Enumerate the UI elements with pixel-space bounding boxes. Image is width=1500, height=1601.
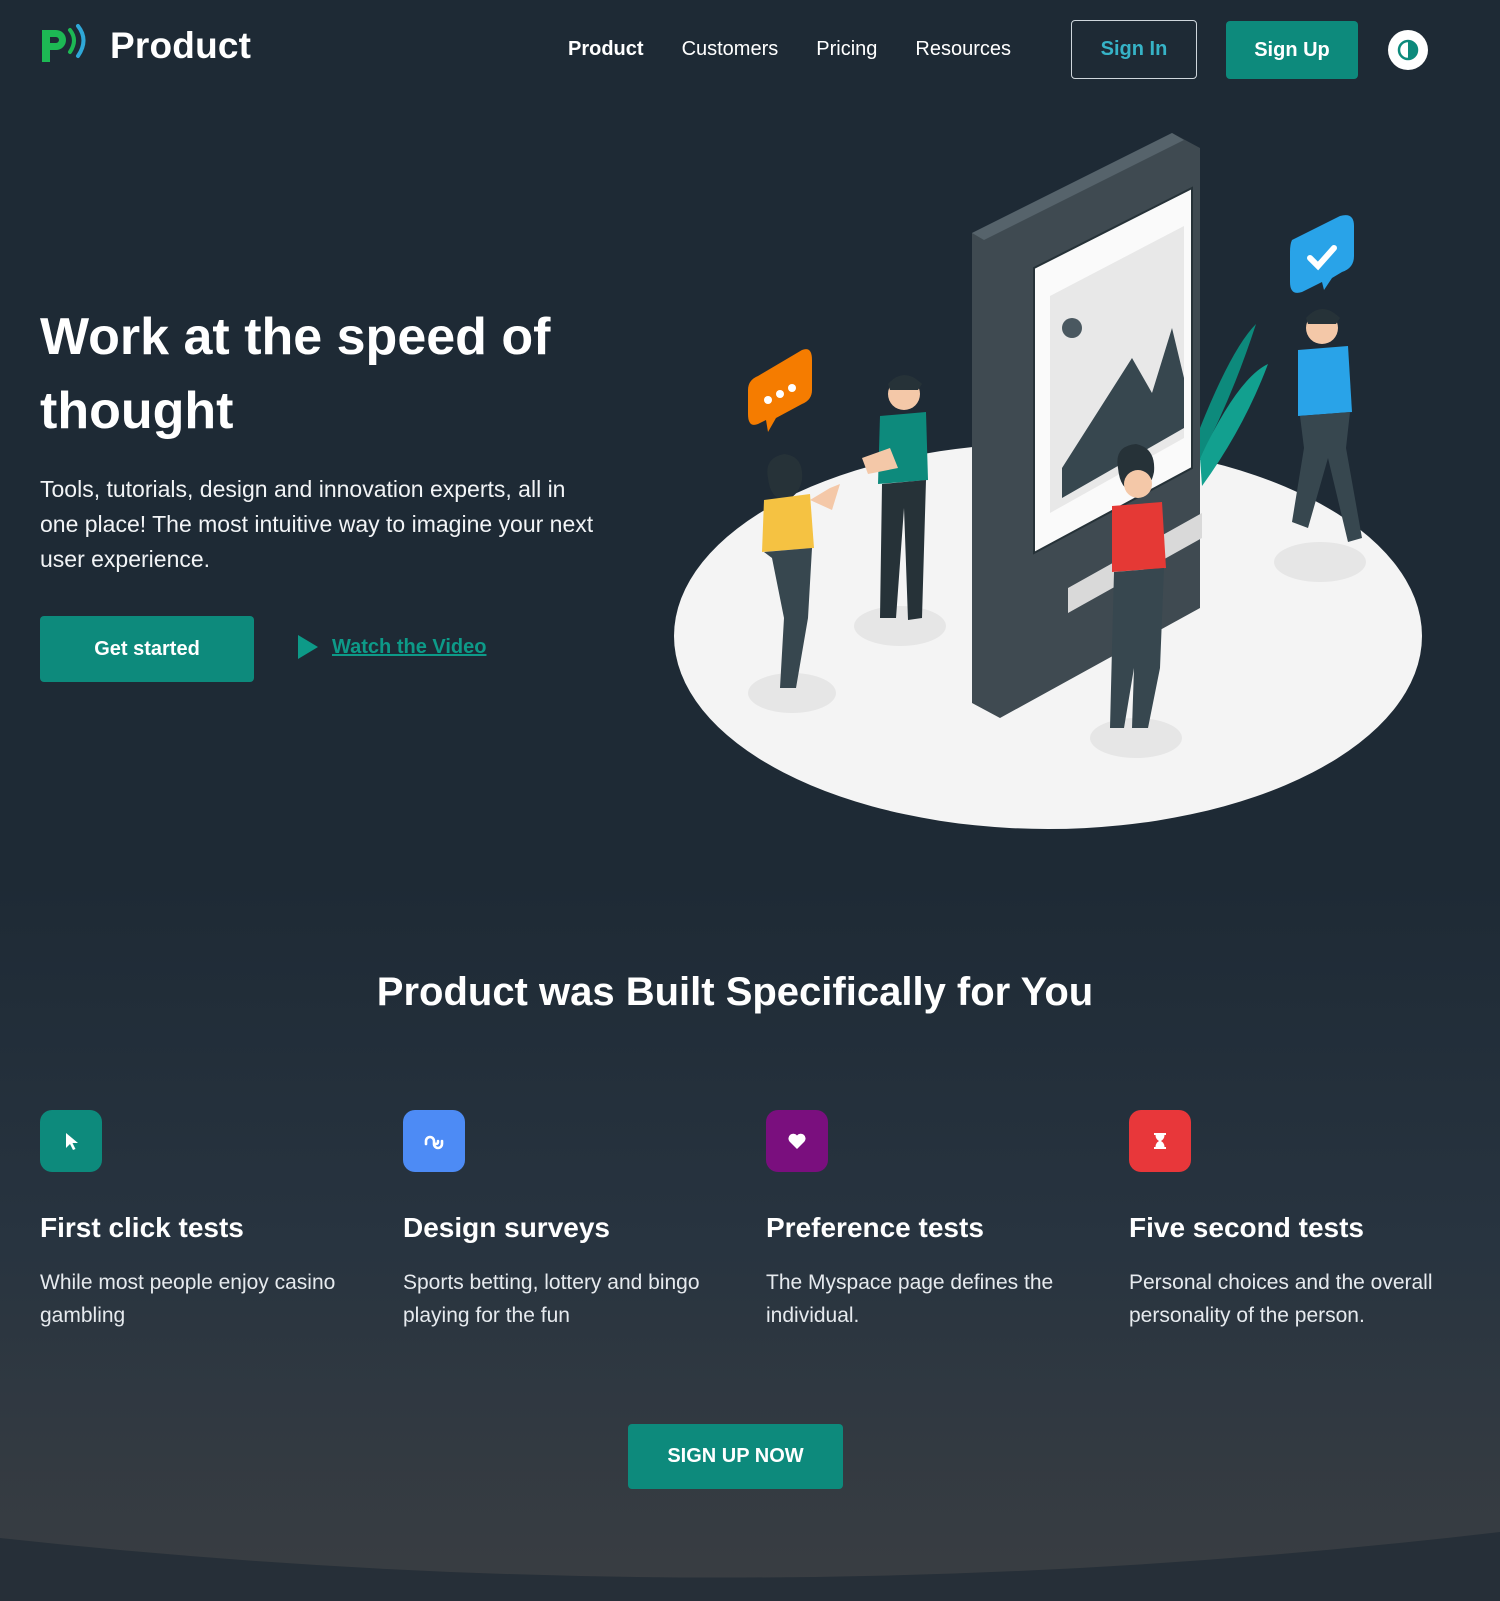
nav-link-product[interactable]: Product (568, 38, 644, 61)
feature-icon-badge (1129, 1110, 1191, 1172)
play-icon (298, 635, 318, 659)
watch-video-label: Watch the Video (332, 635, 487, 658)
nav-link-pricing[interactable]: Pricing (816, 38, 877, 61)
watch-video-link[interactable]: Watch the Video (296, 634, 486, 660)
get-started-button[interactable]: Get started (40, 616, 254, 682)
feature-icon-badge (40, 1110, 102, 1172)
brand-name: Product (110, 25, 252, 66)
feature-title: First click tests (40, 1212, 244, 1243)
feature-description: The Myspace page defines the individual. (766, 1271, 1054, 1327)
feature-title: Design surveys (403, 1212, 610, 1243)
heart-icon (788, 1133, 806, 1149)
cursor-icon (66, 1133, 78, 1150)
nav-links: Product Customers Pricing Resources (568, 38, 1049, 61)
feature-description: Personal choices and the overall persona… (1129, 1271, 1433, 1327)
brand-logo[interactable]: Product (40, 22, 251, 70)
feature-title: Five second tests (1129, 1212, 1364, 1243)
sign-up-now-button[interactable]: SIGN UP NOW (628, 1424, 843, 1489)
bottom-wave-divider (0, 1532, 1500, 1601)
top-navbar: Product Product Customers Pricing Resour… (0, 0, 1500, 100)
hero-illustration (674, 133, 1422, 829)
hourglass-icon (1154, 1133, 1166, 1149)
feature-title: Preference tests (766, 1212, 984, 1243)
feature-description: Sports betting, lottery and bingo playin… (403, 1271, 700, 1327)
feature-icon-badge (766, 1110, 828, 1172)
theme-toggle-button[interactable] (1388, 30, 1428, 70)
nav-link-resources[interactable]: Resources (915, 38, 1011, 61)
feature-preference-tests: Preference tests The Myspace page define… (766, 1110, 1096, 1332)
feature-description: While most people enjoy casino gambling (40, 1271, 336, 1327)
stumbleupon-icon (424, 1135, 444, 1150)
feature-first-click: First click tests While most people enjo… (40, 1110, 370, 1332)
feature-five-second-tests: Five second tests Personal choices and t… (1129, 1110, 1459, 1332)
contrast-icon (1397, 39, 1419, 61)
nav-link-customers[interactable]: Customers (682, 38, 779, 61)
feature-design-surveys: Design surveys Sports betting, lottery a… (403, 1110, 733, 1332)
features-title: Product was Built Specifically for You (376, 970, 1094, 1014)
sign-up-button[interactable]: Sign Up (1226, 21, 1358, 79)
hero-title: Work at the speed of thought (40, 308, 551, 440)
logo-icon (42, 24, 86, 62)
feature-icon-badge (403, 1110, 465, 1172)
hero-subtitle: Tools, tutorials, design and innovation … (40, 476, 594, 572)
sign-in-button[interactable]: Sign In (1071, 20, 1197, 79)
